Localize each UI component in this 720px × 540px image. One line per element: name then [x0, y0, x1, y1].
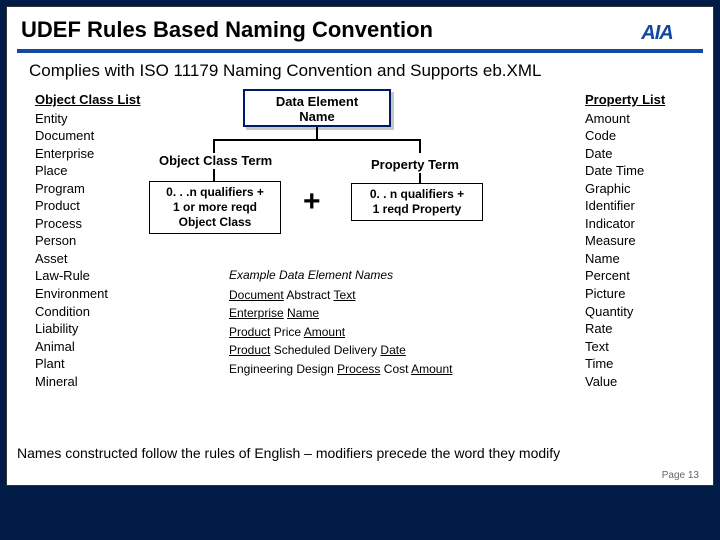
qual-line: 1 reqd Property — [354, 202, 480, 217]
list-item: Picture — [585, 285, 695, 303]
example-row: Enterprise Name — [229, 304, 452, 323]
list-item: Enterprise — [35, 145, 153, 163]
slide: AIA UDEF Rules Based Naming Convention C… — [6, 6, 714, 486]
data-element-label-1: Data Element — [245, 94, 389, 109]
connector — [213, 139, 421, 141]
connector — [419, 173, 421, 183]
qual-line: 0. . .n qualifiers + — [152, 185, 278, 200]
list-item: Entity — [35, 110, 153, 128]
logo: AIA — [615, 15, 699, 51]
property-list: Property List Amount Code Date Date Time… — [585, 91, 695, 429]
slide-title: UDEF Rules Based Naming Convention — [7, 7, 713, 49]
slide-body: Object Class List Entity Document Enterp… — [7, 91, 713, 429]
list-item: Time — [585, 355, 695, 373]
list-item: Text — [585, 338, 695, 356]
connector — [316, 127, 318, 139]
list-item: Animal — [35, 338, 153, 356]
list-item: Name — [585, 250, 695, 268]
data-element-label-2: Name — [245, 109, 389, 124]
object-class-list: Object Class List Entity Document Enterp… — [35, 91, 153, 429]
list-item: Document — [35, 127, 153, 145]
logo-acronym: AIA — [641, 23, 672, 44]
list-item: Place — [35, 162, 153, 180]
title-rule — [17, 49, 703, 53]
object-class-qualifier-box: 0. . .n qualifiers + 1 or more reqd Obje… — [149, 181, 281, 234]
list-item: Identifier — [585, 197, 695, 215]
list-item: Program — [35, 180, 153, 198]
page-number: Page 13 — [662, 470, 699, 481]
example-row: Engineering Design Process Cost Amount — [229, 360, 452, 379]
plus-icon: + — [303, 185, 321, 219]
qual-line: Object Class — [152, 215, 278, 230]
list-item: Environment — [35, 285, 153, 303]
list-item: Law-Rule — [35, 267, 153, 285]
property-term-label: Property Term — [371, 157, 459, 172]
list-item: Percent — [585, 267, 695, 285]
property-qualifier-box: 0. . n qualifiers + 1 reqd Property — [351, 183, 483, 221]
data-element-box: Data Element Name — [243, 89, 391, 127]
list-item: Code — [585, 127, 695, 145]
example-row: Product Scheduled Delivery Date — [229, 341, 452, 360]
qual-line: 1 or more reqd — [152, 200, 278, 215]
property-list-header: Property List — [585, 91, 695, 109]
list-item: Plant — [35, 355, 153, 373]
list-item: Indicator — [585, 215, 695, 233]
list-item: Person — [35, 232, 153, 250]
object-class-term-label: Object Class Term — [159, 153, 272, 168]
list-item: Mineral — [35, 373, 153, 391]
list-item: Graphic — [585, 180, 695, 198]
list-item: Process — [35, 215, 153, 233]
diagram: Data Element Name Object Class Term Prop… — [153, 91, 585, 429]
list-item: Date Time — [585, 162, 695, 180]
list-item: Product — [35, 197, 153, 215]
list-item: Measure — [585, 232, 695, 250]
examples-header: Example Data Element Names — [229, 266, 452, 285]
list-item: Quantity — [585, 303, 695, 321]
connector — [419, 139, 421, 153]
footer-note: Names constructed follow the rules of En… — [7, 441, 713, 465]
examples-block: Example Data Element Names Document Abst… — [229, 266, 452, 379]
slide-subtitle: Complies with ISO 11179 Naming Conventio… — [7, 61, 713, 91]
list-item: Value — [585, 373, 695, 391]
connector — [213, 169, 215, 181]
qual-line: 0. . n qualifiers + — [354, 187, 480, 202]
example-row: Product Price Amount — [229, 323, 452, 342]
connector — [213, 139, 215, 153]
list-item: Asset — [35, 250, 153, 268]
example-row: Document Abstract Text — [229, 286, 452, 305]
list-item: Date — [585, 145, 695, 163]
list-item: Liability — [35, 320, 153, 338]
list-item: Rate — [585, 320, 695, 338]
list-item: Amount — [585, 110, 695, 128]
object-class-list-header: Object Class List — [35, 91, 153, 109]
list-item: Condition — [35, 303, 153, 321]
